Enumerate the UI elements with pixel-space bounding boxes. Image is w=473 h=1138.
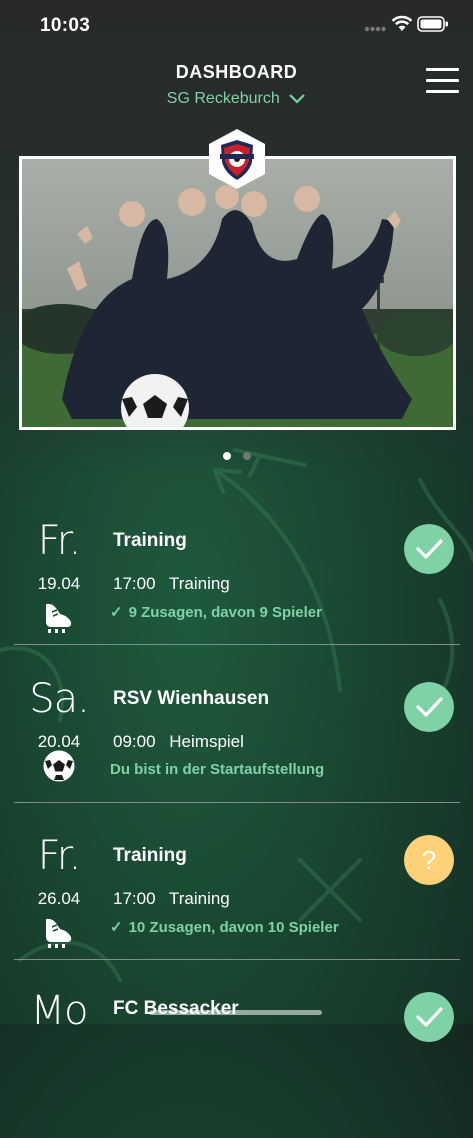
team-photo	[22, 159, 453, 427]
check-small-icon: ✓	[110, 604, 123, 621]
event-note-text: Du bist in der Startaufstellung	[110, 761, 325, 778]
event-note: Du bist in der Startaufstellung	[110, 761, 324, 778]
clock: 10:03	[40, 15, 91, 36]
event-title: FC Bessacker	[113, 998, 239, 1019]
event-row[interactable]: Sa. 20.04 RSV Wienhausen 09:00 Heimspiel…	[0, 676, 473, 826]
event-note: ✓ 10 Zusagen, davon 10 Spieler	[110, 918, 339, 936]
event-date: 19.04	[37, 574, 81, 593]
banner-pager[interactable]	[0, 447, 473, 465]
event-note: ✓ 9 Zusagen, davon 9 Spieler	[110, 603, 322, 621]
chevron-down-icon	[289, 93, 305, 104]
event-time-row: 09:00 Heimspiel	[113, 732, 244, 752]
home-indicator[interactable]	[149, 1010, 322, 1015]
accepted-check-icon[interactable]	[404, 524, 454, 574]
divider	[14, 644, 460, 645]
accepted-check-icon[interactable]	[404, 682, 454, 732]
club-selector[interactable]: SG Reckeburch	[0, 90, 473, 108]
accepted-check-icon[interactable]	[404, 992, 454, 1042]
page-title: DASHBOARD	[175, 62, 298, 82]
event-row[interactable]: Fr. 19.04 Training 17:00 Training ✓ 9 Zus…	[0, 518, 473, 668]
event-weekday: Sa.	[29, 676, 90, 722]
signal-icon	[364, 26, 386, 32]
event-weekday: Fr.	[37, 833, 82, 879]
divider	[14, 802, 460, 803]
event-type: Training	[168, 574, 230, 593]
menu-button[interactable]	[426, 66, 462, 96]
pending-question-icon[interactable]: ?	[404, 835, 454, 885]
team-photo-banner[interactable]	[19, 156, 456, 430]
club-name: SG Reckeburch	[166, 90, 280, 107]
event-type: Heimspiel	[169, 732, 244, 751]
event-type: Training	[168, 889, 230, 908]
event-note-text: 10 Zusagen, davon 10 Spieler	[128, 919, 339, 936]
event-time: 17:00	[113, 574, 156, 593]
wifi-icon	[391, 15, 413, 31]
svg-text:?: ?	[422, 845, 436, 875]
page-dot-active[interactable]	[222, 452, 231, 460]
ball-icon	[43, 750, 75, 782]
event-time-row: 17:00 Training	[113, 889, 230, 909]
club-crest-logo[interactable]	[206, 128, 268, 190]
event-time: 09:00	[113, 732, 156, 751]
event-weekday: Fr.	[37, 518, 82, 564]
page-dot[interactable]	[242, 452, 251, 460]
status-bar: 10:03	[0, 0, 473, 50]
event-title: Training	[113, 845, 187, 866]
battery-icon	[417, 16, 448, 32]
event-time-row: 17:00 Training	[113, 574, 230, 594]
event-title: Training	[113, 530, 187, 551]
divider	[14, 959, 460, 960]
event-weekday: Mo	[30, 988, 89, 1034]
boot-icon	[46, 918, 72, 948]
event-title: RSV Wienhausen	[113, 688, 270, 709]
boot-icon	[46, 603, 72, 633]
event-time: 17:00	[113, 889, 156, 908]
event-note-text: 9 Zusagen, davon 9 Spieler	[128, 604, 322, 621]
check-small-icon: ✓	[110, 919, 123, 936]
event-row[interactable]: Fr. 26.04 Training 17:00 Training ✓ 10 Zu…	[0, 833, 473, 983]
event-date: 26.04	[37, 889, 81, 908]
